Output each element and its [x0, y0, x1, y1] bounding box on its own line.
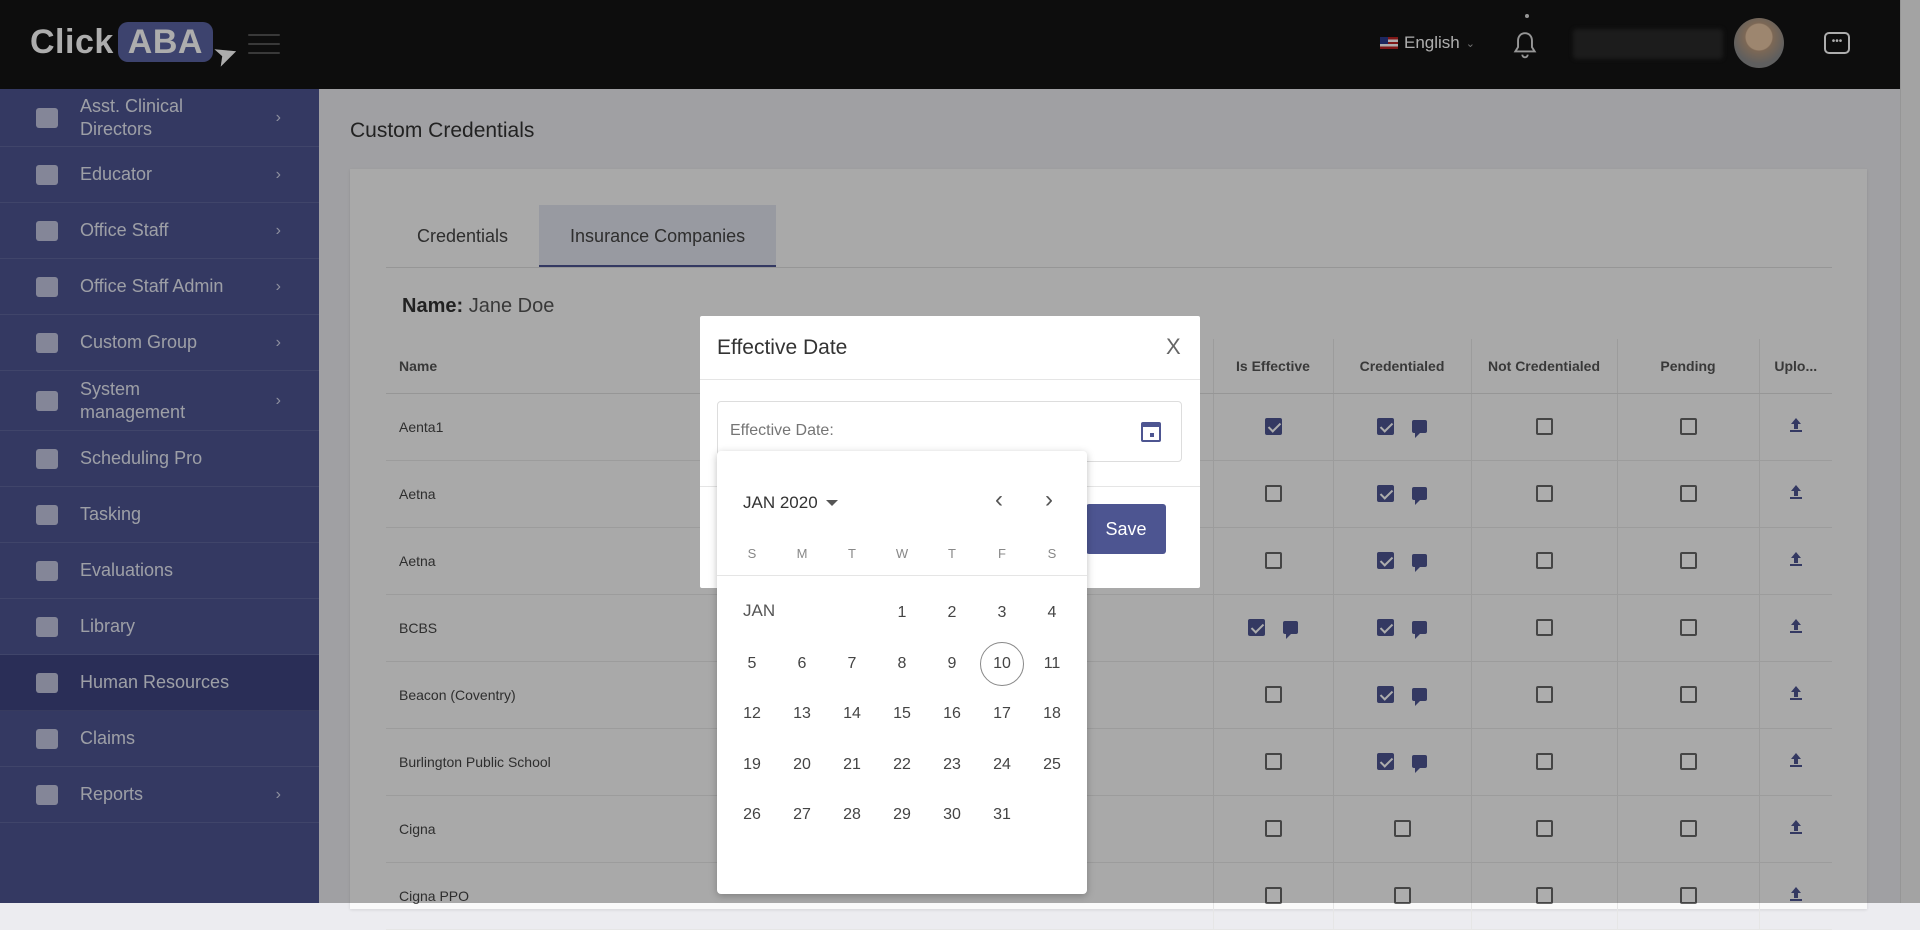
- weekday-label: M: [796, 546, 808, 561]
- dialog-title: Effective Date: [717, 336, 848, 359]
- day-18[interactable]: 18: [1030, 692, 1074, 736]
- day-25[interactable]: 25: [1030, 743, 1074, 787]
- weekday-label: W: [895, 546, 909, 561]
- day-13[interactable]: 13: [780, 692, 824, 736]
- day-11[interactable]: 11: [1030, 642, 1074, 686]
- next-month-icon[interactable]: ›: [1037, 488, 1061, 513]
- day-14[interactable]: 14: [830, 692, 874, 736]
- day-6[interactable]: 6: [780, 642, 824, 686]
- caret-down-icon: [825, 500, 838, 506]
- day-3[interactable]: 3: [980, 591, 1024, 635]
- close-button[interactable]: X: [1166, 334, 1181, 360]
- save-button[interactable]: Save: [1086, 504, 1166, 554]
- day-28[interactable]: 28: [830, 793, 874, 837]
- day-23[interactable]: 23: [930, 743, 974, 787]
- day-24[interactable]: 24: [980, 743, 1024, 787]
- day-5[interactable]: 5: [730, 642, 774, 686]
- day-26[interactable]: 26: [730, 793, 774, 837]
- month-year-selector[interactable]: JAN 2020: [743, 493, 838, 513]
- weekday-header: SMTWTFS: [727, 546, 1077, 561]
- day-8[interactable]: 8: [880, 642, 924, 686]
- day-9[interactable]: 9: [930, 642, 974, 686]
- divider: [700, 379, 1200, 380]
- day-16[interactable]: 16: [930, 692, 974, 736]
- weekday-label: S: [747, 546, 757, 561]
- day-27[interactable]: 27: [780, 793, 824, 837]
- weekday-label: F: [998, 546, 1006, 561]
- weekday-label: S: [1047, 546, 1057, 561]
- effective-date-input[interactable]: [730, 422, 1110, 440]
- weekday-label: T: [948, 546, 956, 561]
- day-4[interactable]: 4: [1030, 591, 1074, 635]
- day-17[interactable]: 17: [980, 692, 1024, 736]
- day-30[interactable]: 30: [930, 793, 974, 837]
- day-2[interactable]: 2: [930, 591, 974, 635]
- date-picker: JAN 2020 ‹ › SMTWTFS JAN 1 2 3 4 5 6 7 8 9 10 11 12…: [717, 451, 1087, 894]
- prev-month-icon[interactable]: ‹: [987, 488, 1011, 513]
- day-19[interactable]: 19: [730, 743, 774, 787]
- day-10[interactable]: 10: [980, 641, 1024, 686]
- day-1[interactable]: 1: [880, 591, 924, 635]
- day-12[interactable]: 12: [730, 692, 774, 736]
- day-31[interactable]: 31: [980, 793, 1024, 837]
- day-20[interactable]: 20: [780, 743, 824, 787]
- divider: [717, 575, 1087, 576]
- day-22[interactable]: 22: [880, 743, 924, 787]
- month-label: JAN: [743, 601, 776, 620]
- day-15[interactable]: 15: [880, 692, 924, 736]
- weekday-label: T: [848, 546, 856, 561]
- day-29[interactable]: 29: [880, 793, 924, 837]
- day-21[interactable]: 21: [830, 743, 874, 787]
- calendar-icon[interactable]: [1141, 422, 1161, 442]
- month-year-label: JAN 2020: [743, 493, 818, 512]
- day-7[interactable]: 7: [830, 642, 874, 686]
